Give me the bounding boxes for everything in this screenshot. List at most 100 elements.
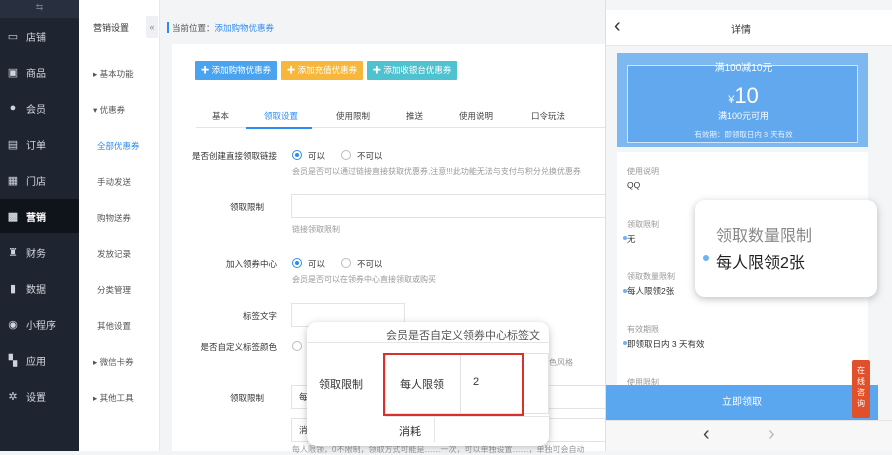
tag-text-label: 标签文字: [242, 311, 277, 321]
tab-push[interactable]: 推送: [406, 110, 423, 122]
zoom-detail-title: 领取数量限制: [716, 228, 813, 245]
coupon-title: 满100减10元: [714, 63, 773, 74]
radio-label: 可以: [308, 151, 326, 161]
nav-item-shop[interactable]: ▦ 门店: [0, 163, 79, 197]
subnav-item-coupon[interactable]: ▾ 优惠券: [93, 104, 125, 116]
nav-label: 订单: [26, 140, 46, 152]
data-icon: ▮: [9, 282, 17, 295]
radio-label: 不可以: [357, 151, 383, 161]
tab-password[interactable]: 口令玩法: [531, 110, 565, 122]
subnav-item-purchase-gift[interactable]: 购物送券: [97, 212, 131, 224]
miniapp-icon: ◉: [8, 318, 18, 331]
member-icon: ●: [9, 102, 17, 114]
nav-label: 门店: [26, 176, 46, 188]
tab-usage-notes[interactable]: 使用说明: [459, 110, 493, 122]
center-no-radio[interactable]: [341, 258, 351, 268]
consult-char: 在: [857, 366, 865, 375]
subnav-item-basic[interactable]: ▸ 基本功能: [93, 68, 134, 80]
coupon-validity: 有效期：即领取日内 3 天有效: [694, 130, 793, 139]
prev-icon[interactable]: ‹: [703, 423, 710, 446]
highlight-box: [383, 353, 524, 416]
center-yes-radio[interactable]: [292, 258, 302, 268]
radio-label: 可以: [308, 259, 326, 269]
direct-link-yes-radio[interactable]: [292, 150, 302, 160]
nav-item-data[interactable]: ▮ 数据: [0, 271, 79, 305]
add-shopping-coupon-button[interactable]: ✚ 添加购物优惠券: [195, 61, 277, 80]
limit-input[interactable]: [291, 194, 607, 218]
zoom-callout-detail: 领取数量限制 每人限领2张: [695, 200, 877, 297]
sub-nav: 营销设置 « ▸ 基本功能 ▾ 优惠券 全部优惠券 手动发送 购物送券 发放记录…: [79, 0, 160, 451]
detail-value: 无: [627, 234, 636, 244]
breadcrumb: 当前位置：添加购物优惠券: [166, 22, 275, 34]
main-nav: ⇆ ▭ 店铺 ▣ 商品 ● 会员 ▤ 订单 ▦ 门店 ▩ 营销 ♜ 财务 ▮ 数据 ◉ 小程序 ▚…: [0, 0, 79, 451]
divider: [385, 416, 549, 417]
phone-footer: ‹ ›: [606, 420, 892, 451]
subnav-item-wechat-card[interactable]: ▸ 微信卡券: [93, 356, 134, 368]
subnav-item-other-tools[interactable]: ▸ 其他工具: [93, 392, 134, 404]
shop-icon: ▦: [7, 174, 19, 187]
nav-item-miniapp[interactable]: ◉ 小程序: [0, 307, 79, 341]
nav-label: 数据: [26, 284, 46, 296]
subnav-title: 营销设置: [93, 23, 130, 33]
breadcrumb-prefix: 当前位置：: [172, 23, 215, 33]
subnav-item-manual-send[interactable]: 手动发送: [97, 176, 131, 188]
online-consult-button[interactable]: 在线咨询: [852, 360, 870, 418]
tab-basic[interactable]: 基本: [212, 110, 229, 122]
add-recharge-coupon-button[interactable]: ✚ 添加充值优惠券: [281, 61, 363, 80]
add-cashier-coupon-button[interactable]: ✚ 添加收银台优惠券: [367, 61, 457, 80]
detail-title: 使用说明: [627, 167, 659, 176]
nav-item-marketing[interactable]: ▩ 营销: [0, 199, 79, 233]
direct-link-label: 是否创建直接领取链接: [191, 151, 277, 161]
menu-toggle-icon[interactable]: ⇆: [0, 0, 79, 18]
detail-value: 每人限领2张: [627, 286, 675, 296]
nav-item-finance[interactable]: ♜ 财务: [0, 235, 79, 269]
nav-label: 营销: [26, 212, 46, 224]
tab-claim-settings[interactable]: 领取设置: [264, 110, 298, 122]
active-tab-indicator: [246, 127, 312, 129]
direct-link-help: 会员是否可以通过链接直接获取优惠券,注意!!!此功能无法与支付与积分兑换优惠券: [292, 167, 581, 176]
zoom-callout-form: 会员是否自定义领券中心标签文 领取限制 每人限领 2 消耗: [307, 322, 549, 446]
nav-label: 商品: [26, 68, 46, 80]
subnav-item-all-coupons[interactable]: 全部优惠券: [97, 140, 140, 152]
tag-color-help: 色风格: [549, 358, 573, 367]
tag-color-label: 是否自定义标签颜色: [200, 342, 277, 352]
apps-icon: ▚: [8, 354, 18, 367]
bullet-dot: [703, 255, 709, 261]
detail-value: QQ: [627, 180, 641, 190]
claim-button[interactable]: 立即领取: [606, 385, 878, 420]
coupon-card: 满100减10元 ¥10 满100元可用 有效期：即领取日内 3 天有效: [617, 53, 868, 147]
next-icon[interactable]: ›: [768, 423, 775, 446]
subnav-item-category[interactable]: 分类管理: [97, 284, 131, 296]
nav-label: 应用: [26, 356, 46, 368]
zoom-consume-label: 消耗: [399, 426, 421, 438]
zoom-header-text: 会员是否自定义领券中心标签文: [386, 330, 540, 342]
nav-item-goods[interactable]: ▣ 商品: [0, 55, 79, 89]
collapse-icon[interactable]: «: [146, 16, 158, 38]
breadcrumb-current[interactable]: 添加购物优惠券: [215, 23, 275, 33]
coupon-amount: ¥10: [628, 83, 859, 109]
nav-label: 会员: [26, 104, 46, 116]
consult-char: 咨: [857, 388, 865, 397]
nav-label: 店铺: [26, 32, 46, 44]
nav-item-member[interactable]: ● 会员: [0, 91, 79, 125]
finance-icon: ♜: [8, 246, 18, 259]
tab-usage-limit[interactable]: 使用限制: [336, 110, 370, 122]
phone-title: 详情: [731, 25, 751, 36]
nav-item-store[interactable]: ▭ 店铺: [0, 19, 79, 53]
tag-color-radio[interactable]: [292, 341, 302, 351]
nav-label: 小程序: [26, 320, 56, 332]
direct-link-no-radio[interactable]: [341, 150, 351, 160]
coupon-center-help: 会员是否可以在领券中心直接领取或购买: [292, 275, 436, 284]
zoom-claim-limit-label: 领取限制: [319, 379, 363, 391]
nav-item-settings[interactable]: ✲ 设置: [0, 379, 79, 413]
nav-item-apps[interactable]: ▚ 应用: [0, 343, 79, 377]
subnav-item-records[interactable]: 发放记录: [97, 248, 131, 260]
consult-char: 线: [857, 377, 865, 386]
goods-icon: ▣: [7, 66, 19, 79]
limit-label: 领取限制: [229, 202, 264, 212]
limit-help: 链接领取限制: [292, 225, 340, 234]
coupon-usage: 满100元可用: [717, 111, 770, 121]
divider: [307, 342, 549, 343]
nav-item-order[interactable]: ▤ 订单: [0, 127, 79, 161]
subnav-item-other-settings[interactable]: 其他设置: [97, 320, 131, 332]
